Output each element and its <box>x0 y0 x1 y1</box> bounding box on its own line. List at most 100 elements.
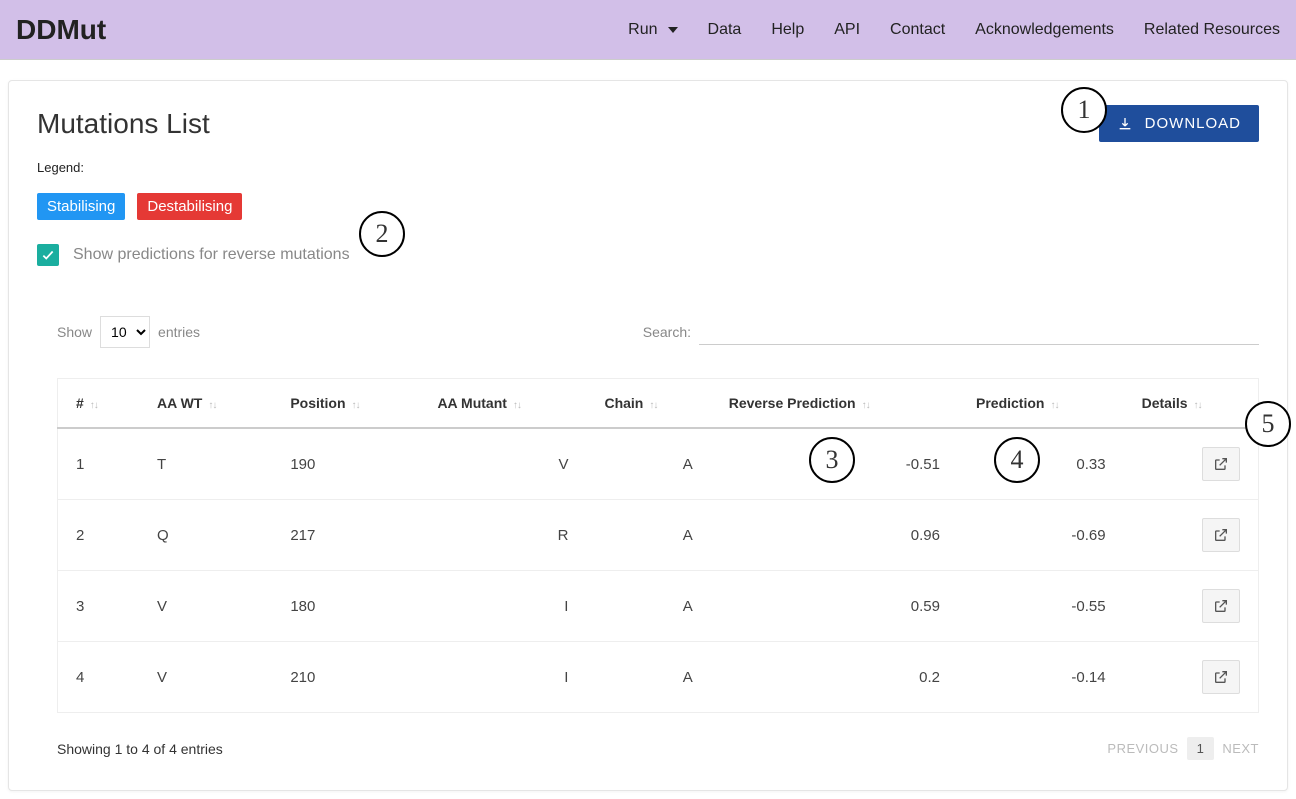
cell-chain: A <box>586 428 710 500</box>
nav-contact[interactable]: Contact <box>890 21 945 39</box>
col-pred[interactable]: Prediction ↑↓ <box>958 379 1124 429</box>
col-pos[interactable]: Position↑↓ <box>272 379 419 429</box>
cell-aawt: Q <box>139 500 272 571</box>
col-idx-label: # <box>76 395 84 411</box>
col-details[interactable]: Details ↑↓ <box>1124 379 1259 429</box>
details-button[interactable] <box>1202 589 1240 623</box>
legend-badges: Stabilising Destabilising <box>37 193 1259 220</box>
open-in-new-icon <box>1213 598 1229 614</box>
pager-prev[interactable]: PREVIOUS <box>1107 741 1178 756</box>
cell-aamut: I <box>419 642 586 713</box>
table-row: 3V180IA0.59-0.55 <box>58 571 1259 642</box>
nav-data[interactable]: Data <box>708 21 742 39</box>
cell-pos: 210 <box>272 642 419 713</box>
open-in-new-icon <box>1213 669 1229 685</box>
cell-aawt: T <box>139 428 272 500</box>
show-label: Show <box>57 324 92 340</box>
search-label: Search: <box>643 324 691 340</box>
entries-length-control: Show 10 entries <box>57 316 200 348</box>
sort-icon: ↑↓ <box>352 400 360 411</box>
col-aamut[interactable]: AA Mutant ↑↓ <box>419 379 586 429</box>
badge-stabilising: Stabilising <box>37 193 125 220</box>
legend-label: Legend: <box>37 160 1259 175</box>
table-row: 2Q217RA0.96-0.69 <box>58 500 1259 571</box>
sort-icon: ↑↓ <box>862 400 870 411</box>
col-chain-label: Chain <box>604 395 643 411</box>
cell-pos: 190 <box>272 428 419 500</box>
sort-icon: ↑↓ <box>649 400 657 411</box>
cell-details <box>1124 571 1259 642</box>
cell-pred: 0.33 <box>958 428 1124 500</box>
cell-idx: 3 <box>58 571 140 642</box>
cell-rev: 0.59 <box>711 571 958 642</box>
sort-icon: ↑↓ <box>90 400 98 411</box>
cell-aawt: V <box>139 571 272 642</box>
sort-icon: ↑↓ <box>513 400 521 411</box>
download-icon <box>1117 116 1133 132</box>
page-title: Mutations List <box>37 108 210 140</box>
open-in-new-icon <box>1213 527 1229 543</box>
details-button[interactable] <box>1202 518 1240 552</box>
nav-run-label: Run <box>628 21 657 39</box>
entries-select[interactable]: 10 <box>100 316 150 348</box>
entries-label: entries <box>158 324 200 340</box>
nav-ack[interactable]: Acknowledgements <box>975 21 1114 39</box>
pager-page-1[interactable]: 1 <box>1187 737 1215 760</box>
badge-destabilising: Destabilising <box>137 193 242 220</box>
col-idx[interactable]: # ↑↓ <box>58 379 140 429</box>
open-in-new-icon <box>1213 456 1229 472</box>
cell-aawt: V <box>139 642 272 713</box>
table-row: 1T190VA-0.510.33 <box>58 428 1259 500</box>
table-row: 4V210IA0.2-0.14 <box>58 642 1259 713</box>
reverse-mutations-checkbox[interactable] <box>37 244 59 266</box>
col-aamut-label: AA Mutant <box>437 395 506 411</box>
download-label: DOWNLOAD <box>1145 115 1241 132</box>
cell-aamut: R <box>419 500 586 571</box>
cell-idx: 2 <box>58 500 140 571</box>
cell-idx: 4 <box>58 642 140 713</box>
sort-icon: ↑↓ <box>208 400 216 411</box>
caret-down-icon <box>668 27 678 33</box>
col-details-label: Details <box>1142 395 1188 411</box>
mutations-card: 1 2 3 4 5 Mutations List DOWNLOAD Legend… <box>8 80 1288 791</box>
col-chain[interactable]: Chain ↑↓ <box>586 379 710 429</box>
cell-rev: 0.96 <box>711 500 958 571</box>
col-aawt[interactable]: AA WT ↑↓ <box>139 379 272 429</box>
nav-help[interactable]: Help <box>771 21 804 39</box>
details-button[interactable] <box>1202 660 1240 694</box>
cell-pred: -0.14 <box>958 642 1124 713</box>
sort-icon: ↑↓ <box>1050 400 1058 411</box>
sort-icon: ↑↓ <box>1194 400 1202 411</box>
cell-pos: 180 <box>272 571 419 642</box>
col-aawt-label: AA WT <box>157 395 202 411</box>
cell-chain: A <box>586 571 710 642</box>
cell-rev: -0.51 <box>711 428 958 500</box>
cell-pred: -0.55 <box>958 571 1124 642</box>
cell-details <box>1124 642 1259 713</box>
download-button[interactable]: DOWNLOAD <box>1099 105 1259 142</box>
brand-logo[interactable]: DDMut <box>16 14 106 46</box>
details-button[interactable] <box>1202 447 1240 481</box>
col-rev[interactable]: Reverse Prediction ↑↓ <box>711 379 958 429</box>
search-input[interactable] <box>699 320 1259 345</box>
cell-idx: 1 <box>58 428 140 500</box>
cell-aamut: I <box>419 571 586 642</box>
top-navbar: DDMut Run Data Help API Contact Acknowle… <box>0 0 1296 60</box>
table-info: Showing 1 to 4 of 4 entries <box>57 741 223 757</box>
nav-links: Run Data Help API Contact Acknowledgemen… <box>628 21 1280 39</box>
cell-pos: 217 <box>272 500 419 571</box>
check-icon <box>41 248 55 262</box>
cell-chain: A <box>586 500 710 571</box>
cell-details <box>1124 428 1259 500</box>
reverse-mutations-label: Show predictions for reverse mutations <box>73 246 350 264</box>
col-pred-label: Prediction <box>976 395 1044 411</box>
pager-next[interactable]: NEXT <box>1222 741 1259 756</box>
cell-chain: A <box>586 642 710 713</box>
table-pager: PREVIOUS 1 NEXT <box>1107 737 1259 760</box>
nav-related[interactable]: Related Resources <box>1144 21 1280 39</box>
mutations-table: # ↑↓ AA WT ↑↓ Position↑↓ AA Mutant ↑↓ Chain… <box>57 378 1259 713</box>
nav-run[interactable]: Run <box>628 21 677 39</box>
col-rev-label: Reverse Prediction <box>729 395 856 411</box>
cell-pred: -0.69 <box>958 500 1124 571</box>
nav-api[interactable]: API <box>834 21 860 39</box>
